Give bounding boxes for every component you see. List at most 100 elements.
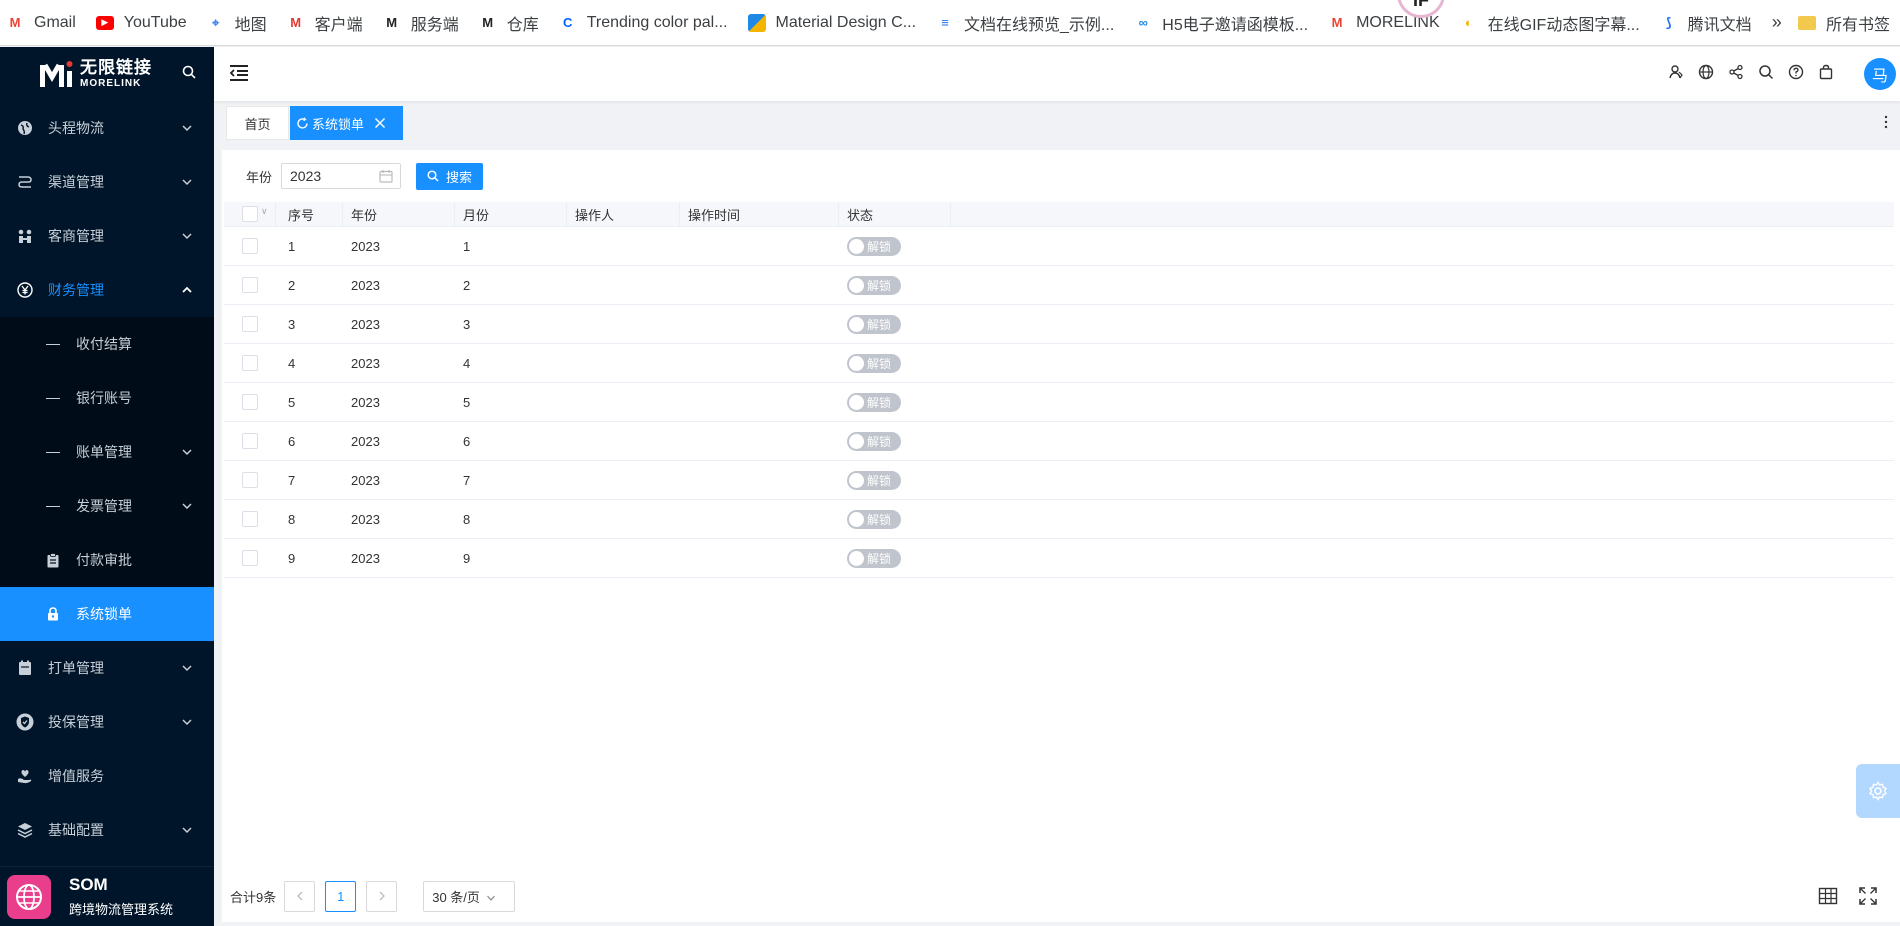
language-icon[interactable] bbox=[1698, 64, 1714, 80]
menu-item-first-leg[interactable]: 头程物流 bbox=[0, 101, 214, 155]
table-row[interactable]: 5 2023 5 解锁 bbox=[224, 383, 1894, 422]
prev-page-button[interactable] bbox=[284, 880, 316, 912]
search-icon[interactable] bbox=[1758, 64, 1774, 80]
cell-month: 4 bbox=[463, 355, 471, 371]
share-icon[interactable] bbox=[1728, 64, 1744, 80]
table-row[interactable]: 4 2023 4 解锁 bbox=[224, 344, 1894, 383]
bookmark-item[interactable]: C Trending color pal... bbox=[559, 0, 728, 45]
menu-item-base-config[interactable]: 基础配置 bbox=[0, 803, 214, 857]
menu-fold-icon[interactable] bbox=[228, 62, 250, 84]
bookmark-item[interactable]: M 服务端 bbox=[383, 0, 458, 45]
tab-system-lock[interactable]: 系统锁单 bbox=[290, 106, 403, 140]
select-all-checkbox[interactable] bbox=[242, 206, 258, 222]
bookmark-item[interactable]: ≡ 文档在线预览_示例... bbox=[936, 0, 1114, 45]
fullscreen-icon[interactable] bbox=[1858, 886, 1878, 906]
sidebar: 无限链接 MORELINK 头程物流 渠道管理 客商管理 财务管理 收付结算 银… bbox=[0, 47, 214, 926]
table-row[interactable]: 1 2023 1 解锁 bbox=[224, 227, 1894, 266]
unlock-toggle[interactable]: 解锁 bbox=[847, 236, 901, 256]
table-row[interactable]: 8 2023 8 解锁 bbox=[224, 500, 1894, 539]
sub-item-settlement[interactable]: 收付结算 bbox=[0, 317, 214, 371]
bookmark-item[interactable]: M 客户端 bbox=[287, 0, 362, 45]
table-row[interactable]: 2 2023 2 解锁 bbox=[224, 266, 1894, 305]
row-checkbox-cell bbox=[224, 472, 276, 488]
row-checkbox[interactable] bbox=[242, 394, 258, 410]
all-bookmarks-folder[interactable]: 所有书签 bbox=[1793, 0, 1890, 45]
cell-index: 1 bbox=[288, 238, 296, 254]
table-row[interactable]: 7 2023 7 解锁 bbox=[224, 461, 1894, 500]
column-header: 操作人 bbox=[567, 201, 680, 227]
unlock-toggle[interactable]: 解锁 bbox=[847, 353, 901, 373]
menu-item-finance[interactable]: 财务管理 bbox=[0, 263, 214, 317]
unlock-toggle[interactable]: 解锁 bbox=[847, 431, 901, 451]
more-vertical-icon[interactable] bbox=[1884, 115, 1888, 132]
reload-icon[interactable] bbox=[296, 116, 309, 130]
bookmark-item[interactable]: ⌖ 地图 bbox=[207, 0, 267, 45]
avatar[interactable]: 马 bbox=[1864, 58, 1896, 90]
user-switch-icon[interactable] bbox=[1668, 64, 1684, 80]
menu-label: 渠道管理 bbox=[48, 174, 104, 190]
page-number[interactable]: 1 bbox=[325, 880, 357, 912]
chevron-down-icon bbox=[180, 445, 194, 459]
row-checkbox[interactable] bbox=[242, 511, 258, 527]
sub-label: 发票管理 bbox=[76, 498, 132, 514]
sub-item-payment-approval[interactable]: 付款审批 bbox=[0, 533, 214, 587]
unlock-toggle[interactable]: 解锁 bbox=[847, 509, 901, 529]
row-checkbox[interactable] bbox=[242, 433, 258, 449]
next-page-button[interactable] bbox=[366, 880, 398, 912]
close-icon[interactable] bbox=[374, 117, 386, 129]
cell-status: 解锁 bbox=[839, 431, 951, 451]
table-row[interactable]: 3 2023 3 解锁 bbox=[224, 305, 1894, 344]
tab-home[interactable]: 首页 bbox=[226, 106, 289, 140]
menu-item-insurance[interactable]: 投保管理 bbox=[0, 695, 214, 749]
table-row[interactable]: 9 2023 9 解锁 bbox=[224, 539, 1894, 578]
row-checkbox[interactable] bbox=[242, 550, 258, 566]
bookmarks-overflow-button[interactable]: » bbox=[1772, 12, 1782, 33]
dash-icon bbox=[46, 505, 60, 507]
menu-item-value-added[interactable]: 增值服务 bbox=[0, 749, 214, 803]
cell-status: 解锁 bbox=[839, 353, 951, 373]
bookmark-item[interactable]: ⟆ 腾讯文档 bbox=[1660, 0, 1752, 45]
toggle-label: 解锁 bbox=[867, 239, 892, 254]
bookmark-item[interactable]: ◐ 在线GIF动态图字幕... bbox=[1460, 0, 1640, 45]
table-settings-icon[interactable] bbox=[1818, 886, 1838, 906]
bookmark-item[interactable]: M 仓库 bbox=[479, 0, 538, 45]
row-checkbox[interactable] bbox=[242, 316, 258, 332]
unlock-toggle[interactable]: 解锁 bbox=[847, 548, 901, 568]
sub-item-bill[interactable]: 账单管理 bbox=[0, 425, 214, 479]
unlock-toggle[interactable]: 解锁 bbox=[847, 392, 901, 412]
bag-icon[interactable] bbox=[1818, 64, 1834, 80]
row-checkbox[interactable] bbox=[242, 277, 258, 293]
sub-item-bank-account[interactable]: 银行账号 bbox=[0, 371, 214, 425]
row-checkbox[interactable] bbox=[242, 355, 258, 371]
caret-down-icon[interactable]: ∨ bbox=[261, 206, 268, 217]
search-button[interactable]: 搜索 bbox=[416, 162, 484, 190]
bookmark-item[interactable]: ∞ H5电子邀请函模板... bbox=[1134, 0, 1308, 45]
row-checkbox[interactable] bbox=[242, 238, 258, 254]
cell-month: 3 bbox=[463, 316, 471, 332]
unlock-toggle[interactable]: 解锁 bbox=[847, 470, 901, 490]
table-row[interactable]: 6 2023 6 解锁 bbox=[224, 422, 1894, 461]
menu-item-print[interactable]: 打单管理 bbox=[0, 641, 214, 695]
settings-gear-icon[interactable] bbox=[1856, 764, 1900, 818]
year-picker[interactable]: 2023 bbox=[281, 163, 402, 189]
bookmark-item[interactable]: ■ Material Design C... bbox=[747, 0, 916, 45]
search-icon bbox=[427, 170, 439, 182]
menu-item-channel[interactable]: 渠道管理 bbox=[0, 155, 214, 209]
unlock-toggle[interactable]: 解锁 bbox=[847, 275, 901, 295]
help-icon[interactable] bbox=[1788, 64, 1804, 80]
logo[interactable]: 无限链接 MORELINK bbox=[0, 47, 214, 101]
page-size-select[interactable]: 30 条/页 bbox=[423, 880, 516, 912]
menu-item-merchant[interactable]: 客商管理 bbox=[0, 209, 214, 263]
search-icon[interactable] bbox=[182, 65, 196, 82]
bookmark-item[interactable]: M Gmail bbox=[6, 0, 76, 45]
chevron-down-icon bbox=[486, 891, 496, 901]
toggle-knob bbox=[849, 472, 864, 488]
unlock-toggle[interactable]: 解锁 bbox=[847, 314, 901, 334]
sub-item-invoice[interactable]: 发票管理 bbox=[0, 479, 214, 533]
bookmark-item[interactable]: ▶ YouTube bbox=[95, 0, 187, 45]
cell-month: 7 bbox=[463, 472, 471, 488]
calendar-icon bbox=[379, 169, 393, 183]
row-checkbox[interactable] bbox=[242, 472, 258, 488]
sub-item-system-lock[interactable]: 系统锁单 bbox=[0, 587, 214, 641]
row-checkbox-cell bbox=[224, 550, 276, 566]
